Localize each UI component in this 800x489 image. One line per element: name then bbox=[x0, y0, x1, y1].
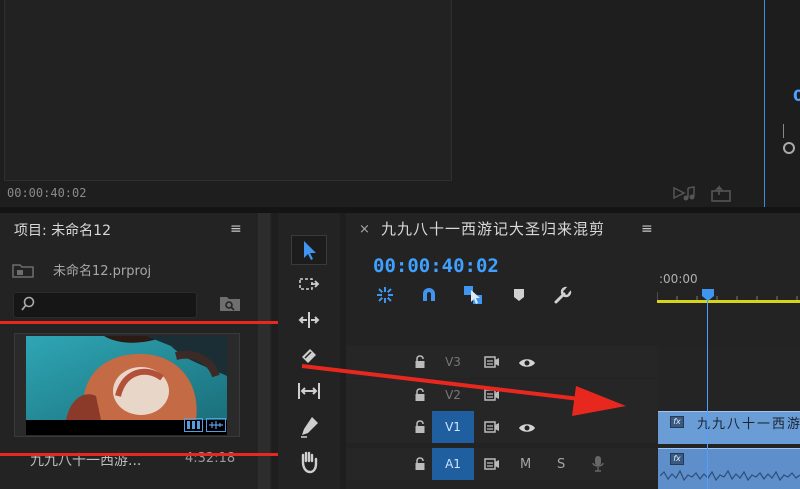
export-frame-icon[interactable] bbox=[710, 183, 732, 203]
sequence-menu[interactable]: ≡ bbox=[641, 221, 653, 237]
fx-badge: fx bbox=[670, 416, 684, 428]
track-select-tool[interactable] bbox=[291, 270, 327, 300]
selection-tool-icon bbox=[304, 241, 316, 260]
track-label-a1[interactable]: A1 bbox=[432, 448, 474, 480]
annotation-highlight-box bbox=[0, 321, 285, 456]
linked-selection-icon bbox=[464, 286, 482, 304]
track-header-a1 bbox=[346, 448, 657, 480]
timeline-clip-v1-label: 九九八十一西游 bbox=[697, 417, 800, 432]
snap-button[interactable] bbox=[418, 284, 440, 306]
snap-icon bbox=[423, 288, 435, 301]
sequence-close-button[interactable]: × bbox=[359, 222, 370, 237]
selection-tool[interactable] bbox=[291, 235, 327, 265]
project-search-input[interactable] bbox=[13, 292, 197, 318]
mute-track-button[interactable]: M bbox=[520, 457, 531, 472]
annotation-arrow bbox=[301, 364, 626, 416]
playhead-icon[interactable] bbox=[701, 288, 715, 302]
audio-waveform bbox=[660, 469, 800, 482]
source-timecode[interactable]: 00:00:40:02 bbox=[7, 186, 86, 200]
sync-lock-icon[interactable] bbox=[484, 457, 500, 471]
nest-icon bbox=[377, 287, 393, 303]
nest-button[interactable] bbox=[374, 284, 396, 306]
project-panel-title[interactable]: 项目: 未命名12 bbox=[14, 220, 111, 240]
search-icon bbox=[21, 296, 35, 311]
folder-icon bbox=[12, 264, 34, 278]
add-marker-icon bbox=[514, 289, 524, 301]
track-area-empty[interactable] bbox=[657, 346, 800, 411]
fx-badge: fx bbox=[670, 453, 684, 465]
add-marker-button[interactable] bbox=[508, 284, 530, 306]
insert-icon[interactable] bbox=[672, 184, 698, 202]
timeline-settings-button[interactable] bbox=[552, 284, 574, 306]
source-video-area[interactable] bbox=[4, 0, 452, 181]
lock-icon[interactable] bbox=[414, 420, 426, 434]
program-playhead-handle[interactable] bbox=[783, 142, 795, 154]
project-panel-menu[interactable]: ≡ bbox=[230, 221, 242, 237]
project-file-name: 未命名12.prproj bbox=[53, 264, 152, 279]
program-in-marker bbox=[783, 124, 784, 138]
timeline-ruler-start-label: :00:00 bbox=[659, 272, 698, 286]
sequence-tab-title[interactable]: 九九八十一西游记大圣归来混剪 bbox=[381, 218, 605, 239]
linked-selection-button[interactable] bbox=[462, 284, 484, 306]
ripple-edit-tool[interactable] bbox=[291, 305, 327, 335]
hand-tool-icon bbox=[301, 451, 318, 474]
work-area-bar[interactable] bbox=[657, 300, 800, 303]
solo-track-button[interactable]: S bbox=[557, 457, 565, 472]
playhead-line bbox=[707, 300, 708, 489]
sync-lock-icon[interactable] bbox=[484, 420, 500, 434]
timeline-ruler[interactable] bbox=[657, 288, 800, 300]
new-bin-icon[interactable] bbox=[219, 294, 241, 312]
mic-icon[interactable] bbox=[592, 455, 604, 473]
sequence-timecode[interactable]: 00:00:40:02 bbox=[373, 255, 499, 277]
wrench-icon bbox=[554, 286, 572, 304]
track-select-tool-icon bbox=[299, 278, 320, 290]
program-timecode-fragment[interactable]: 0 bbox=[793, 86, 800, 105]
eye-icon[interactable] bbox=[518, 422, 536, 434]
ripple-edit-tool-icon bbox=[298, 312, 320, 328]
hand-tool[interactable] bbox=[291, 447, 327, 477]
lock-icon[interactable] bbox=[414, 457, 426, 471]
